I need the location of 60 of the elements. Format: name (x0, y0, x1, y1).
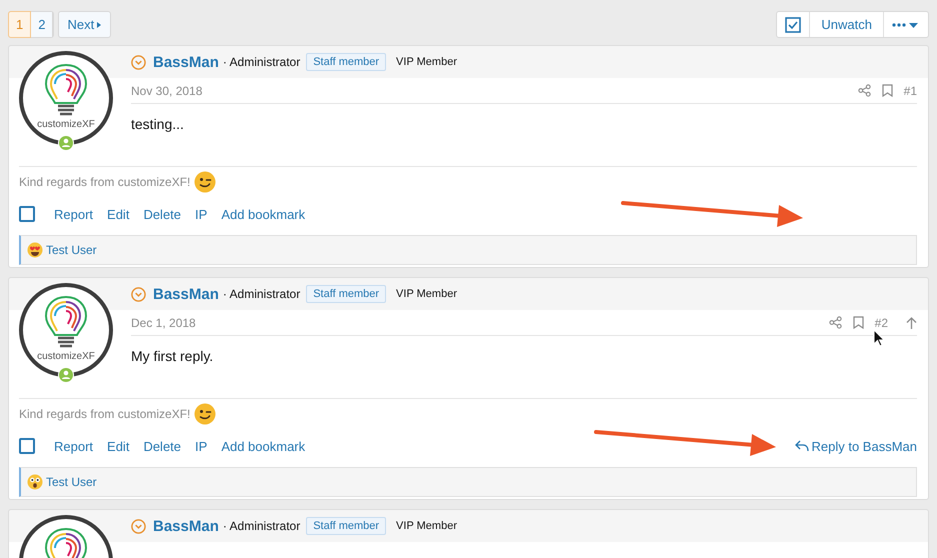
action-link[interactable]: Delete (143, 438, 182, 454)
avatar-logo[interactable]: customizeXF (19, 51, 113, 145)
online-status-icon (58, 135, 74, 151)
avatar-logo[interactable]: customizeXF (19, 283, 113, 377)
action-link[interactable]: Delete (143, 206, 182, 222)
reaction-user-link[interactable]: Test User (46, 475, 97, 489)
action-link[interactable]: IP (195, 438, 208, 454)
caret-right-icon (96, 20, 102, 28)
staff-banner: Staff member (306, 517, 386, 535)
action-link[interactable]: Edit (107, 206, 130, 222)
user-banner-label: VIP Member (395, 287, 458, 302)
page-button[interactable]: 2 (31, 12, 54, 37)
user-title: · Administrator (222, 287, 300, 301)
action-link[interactable]: Add bookmark (221, 438, 306, 454)
bookmark-icon[interactable] (852, 316, 864, 329)
post-date[interactable]: Dec 1, 2018 (131, 316, 196, 330)
surprised-emoji-icon (27, 474, 43, 490)
post-date[interactable]: Nov 30, 2018 (131, 84, 202, 98)
signature-text: Kind regards from customizeXF! (19, 407, 190, 421)
avatar-caption: customizeXF (37, 119, 95, 130)
page-button[interactable]: 1 (8, 11, 32, 38)
arrow-up-icon[interactable] (906, 316, 917, 328)
user-banner-label: VIP Member (395, 519, 458, 534)
username-link[interactable]: BassMan (153, 286, 219, 302)
signature-text: Kind regards from customizeXF! (19, 175, 190, 189)
reply-link[interactable]: Reply to BassMan (794, 438, 917, 454)
select-checkbox[interactable] (19, 438, 35, 454)
bookmark-icon[interactable] (882, 84, 893, 97)
action-link[interactable]: Add bookmark (221, 206, 306, 222)
wink-emoji-icon (194, 403, 216, 425)
share-icon[interactable] (828, 316, 842, 329)
action-link[interactable]: Edit (107, 438, 130, 454)
share-icon[interactable] (858, 84, 871, 97)
staff-banner: Staff member (306, 285, 386, 303)
avatar-caption: customizeXF (37, 351, 95, 362)
heart-eyes-emoji-icon (27, 242, 43, 258)
staff-banner: Staff member (306, 53, 386, 71)
action-link[interactable]: Report (54, 206, 94, 222)
user-title: · Administrator (222, 55, 300, 69)
post-number-link[interactable]: #2 (874, 316, 888, 330)
reaction-user-link[interactable]: Test User (46, 243, 97, 257)
action-link[interactable]: IP (195, 206, 208, 222)
post-number-link[interactable]: #1 (904, 84, 917, 98)
checkbox-check-icon (785, 16, 802, 32)
user-banner-label: VIP Member (395, 55, 458, 70)
more-dots-icon (892, 20, 920, 28)
post-message: testing... (131, 116, 185, 132)
chevron-down-circle-icon[interactable] (131, 54, 146, 70)
wink-emoji-icon (194, 171, 216, 193)
chevron-down-circle-icon[interactable] (131, 286, 146, 302)
user-title: · Administrator (222, 519, 300, 533)
reply-arrow-icon (794, 440, 808, 452)
post-message: My first reply. (131, 348, 214, 364)
next-page-button[interactable]: Next (58, 11, 112, 38)
online-status-icon (58, 367, 74, 383)
action-link[interactable]: Report (54, 438, 94, 454)
username-link[interactable]: BassMan (153, 54, 219, 70)
chevron-down-circle-icon[interactable] (131, 518, 146, 534)
select-checkbox[interactable] (19, 206, 35, 222)
username-link[interactable]: BassMan (153, 518, 219, 534)
